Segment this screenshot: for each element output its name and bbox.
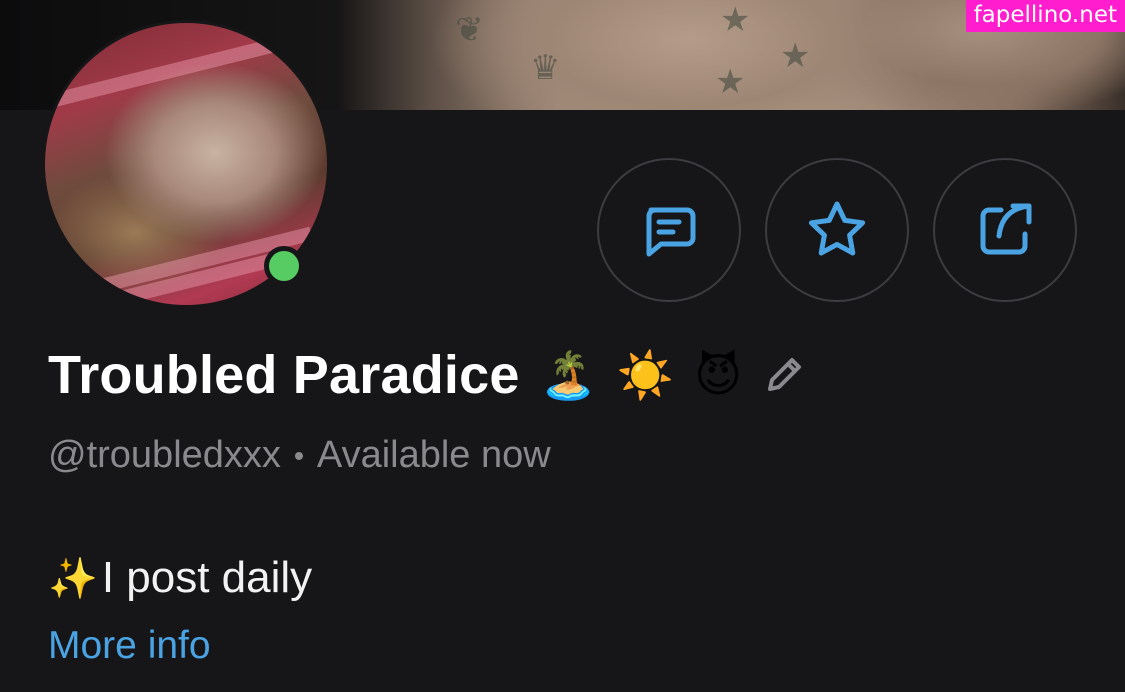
- star-tattoo-decoration: ★: [780, 36, 811, 76]
- avatar-decoration: [47, 31, 303, 109]
- favorite-button[interactable]: [765, 158, 909, 302]
- separator-dot: [294, 451, 303, 460]
- star-icon: [808, 201, 866, 256]
- sparkles-icon: ✨: [48, 555, 98, 602]
- watermark: fapellino.net: [965, 0, 1125, 32]
- star-tattoo-decoration: ★: [720, 0, 751, 40]
- devil-emoji: 😈: [694, 348, 743, 402]
- star-tattoo-decoration: ★: [715, 62, 746, 102]
- profile-name-row: Troubled Paradice 🏝️ ☀️ 😈: [48, 344, 806, 406]
- sun-emoji: ☀️: [616, 348, 675, 402]
- profile-subline: @troubledxxx Available now: [48, 434, 551, 477]
- availability-status: Available now: [316, 434, 551, 476]
- message-button[interactable]: [597, 158, 741, 302]
- share-icon: [980, 203, 1032, 255]
- share-button[interactable]: [933, 158, 1077, 302]
- username: @troubledxxx: [48, 434, 281, 476]
- bio-text: I post daily: [101, 553, 313, 602]
- palm-island-emoji: 🏝️: [539, 348, 597, 402]
- bio: ✨ I post daily: [48, 553, 312, 603]
- message-icon: [646, 207, 696, 257]
- display-name: Troubled Paradice: [48, 345, 520, 405]
- avatar-container[interactable]: [42, 20, 330, 308]
- tattoo-decoration: ❦: [455, 10, 484, 50]
- more-info-link[interactable]: More info: [48, 624, 211, 668]
- online-status-indicator: [264, 246, 304, 286]
- crown-tattoo-decoration: ♛: [530, 48, 561, 88]
- avatar-decoration: [45, 253, 273, 305]
- edit-pencil-icon[interactable]: [762, 353, 806, 397]
